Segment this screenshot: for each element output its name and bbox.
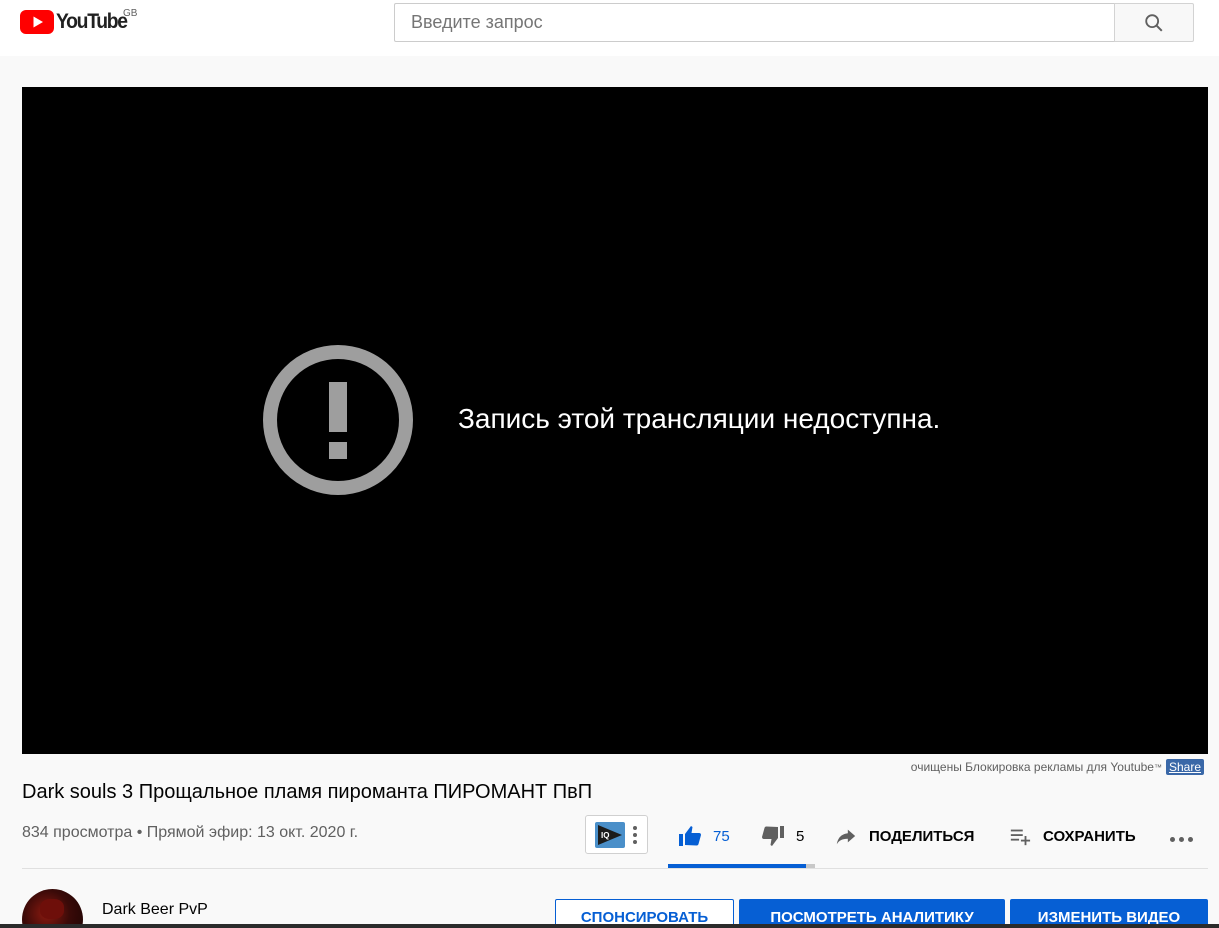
share-button[interactable]: ПОДЕЛИТЬСЯ [833, 822, 974, 850]
more-actions-icon[interactable] [1170, 837, 1193, 842]
region-label: GB [123, 8, 138, 19]
dislike-count: 5 [796, 827, 805, 845]
iq-logo-icon: IQ [595, 821, 625, 848]
player-error-message: Запись этой трансляции недоступна. [458, 403, 941, 434]
trademark-mark: ™ [1153, 762, 1162, 772]
adblock-text: очищены Блокировка рекламы для Youtube [910, 760, 1154, 774]
like-count: 75 [713, 827, 730, 845]
iq-extension-widget[interactable]: IQ [585, 815, 648, 854]
search-input[interactable] [394, 3, 1114, 42]
youtube-logo[interactable]: YouTube [20, 10, 133, 34]
divider [22, 868, 1208, 869]
channel-avatar[interactable] [22, 889, 83, 928]
thumbs-down-icon [762, 826, 784, 846]
youtube-play-icon [20, 10, 54, 34]
thumbs-up-icon [679, 826, 701, 846]
save-label: СОХРАНИТЬ [1043, 827, 1136, 845]
share-arrow-icon [836, 829, 856, 845]
playlist-add-icon [1010, 829, 1031, 846]
alert-circle-icon [263, 345, 413, 495]
video-title: Dark souls 3 Прощальное пламя пироманта … [22, 781, 593, 803]
save-button[interactable]: СОХРАНИТЬ [1007, 822, 1136, 850]
taskbar-edge [0, 924, 1219, 928]
dislike-button[interactable]: 5 [760, 822, 804, 850]
search-bar [394, 3, 1194, 42]
video-player[interactable]: Запись этой трансляции недоступна. [22, 87, 1208, 754]
share-label: ПОДЕЛИТЬСЯ [869, 827, 975, 845]
svg-text:IQ: IQ [601, 831, 609, 840]
adblock-share-link[interactable]: Share [1165, 759, 1204, 775]
channel-name[interactable]: Dark Beer PvP [102, 901, 208, 919]
video-meta: 834 просмотра • Прямой эфир: 13 окт. 202… [22, 824, 359, 841]
iq-menu-icon[interactable] [633, 825, 637, 844]
like-button[interactable]: 75 [677, 822, 730, 850]
top-bar: YouTube GB [0, 0, 1219, 56]
adblock-notice: очищены Блокировка рекламы для Youtube ™ … [911, 758, 1204, 776]
search-icon [1145, 13, 1163, 32]
logo-text: YouTube [56, 10, 128, 33]
search-button[interactable] [1114, 3, 1194, 42]
